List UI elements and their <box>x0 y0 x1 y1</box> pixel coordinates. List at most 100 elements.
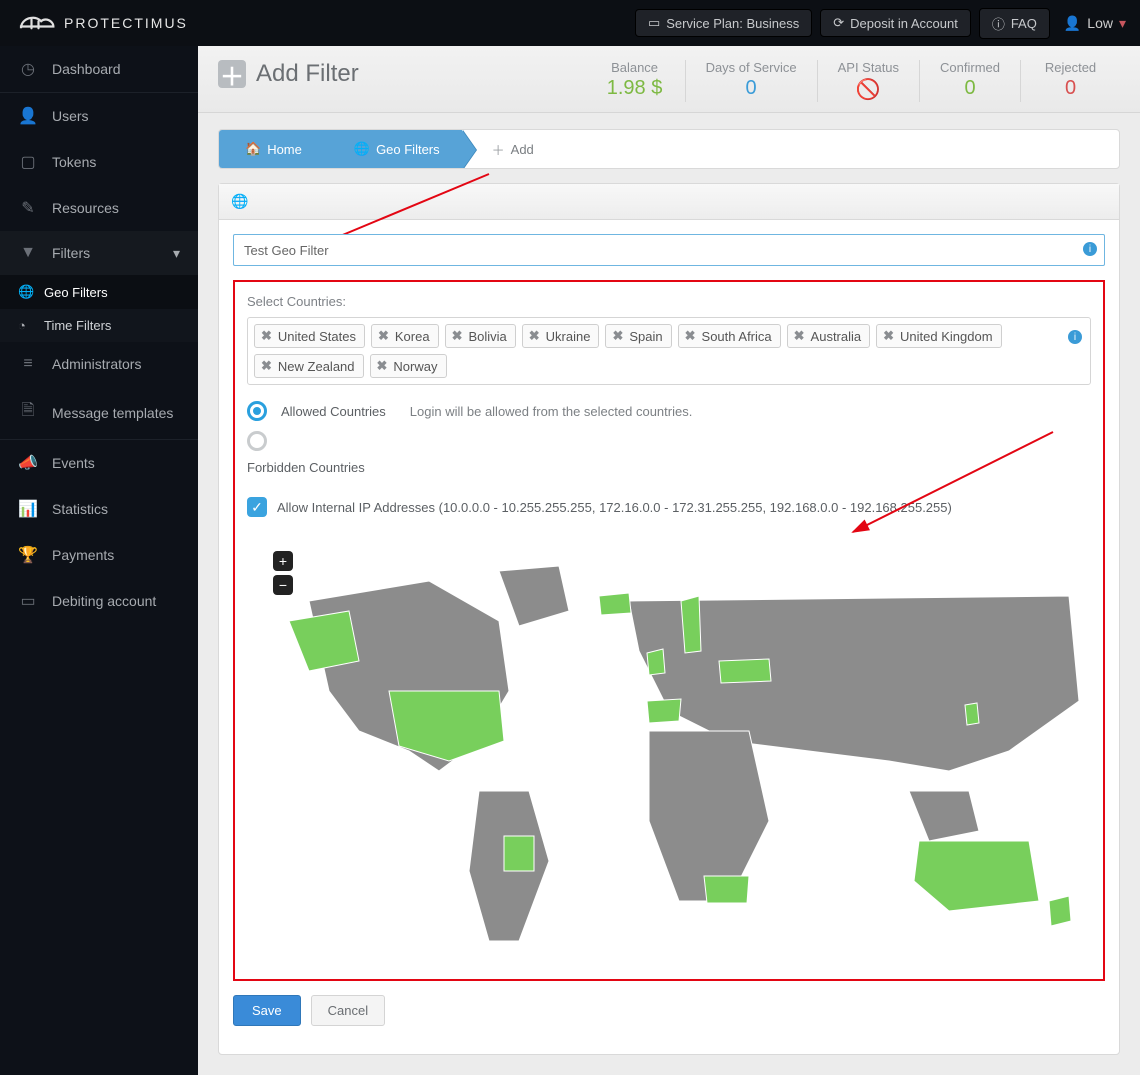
country-chip[interactable]: ✖ Ukraine <box>522 324 600 348</box>
country-chip[interactable]: ✖ Norway <box>370 354 447 378</box>
country-chip[interactable]: ✖ Korea <box>371 324 439 348</box>
gauge-icon: ◷ <box>18 59 38 79</box>
panel-header: 🌐 <box>219 184 1119 220</box>
home-icon: 🏠 <box>245 141 261 157</box>
crumb-home[interactable]: 🏠 Home <box>219 130 324 168</box>
cancel-button[interactable]: Cancel <box>311 995 385 1026</box>
sidebar-sub-time-filters[interactable]: ◔ Time Filters <box>0 309 198 342</box>
card-icon: ▭ <box>648 15 660 31</box>
country-chip-label: Norway <box>393 359 437 374</box>
filter-name-input[interactable] <box>233 234 1105 266</box>
sidebar-item-message-templates[interactable]: 🗎 Message templates <box>0 386 198 439</box>
remove-chip-icon[interactable]: ✖ <box>378 328 389 344</box>
info-icon[interactable]: i <box>1068 330 1082 344</box>
form-panel: 🌐 i Select Countries: i ✖United States✖K… <box>218 183 1120 1055</box>
remove-chip-icon[interactable]: ✖ <box>685 328 696 344</box>
sidebar-item-tokens[interactable]: ▢ Tokens <box>0 139 198 185</box>
brand-logo: PROTECTIMUS <box>14 9 188 37</box>
allow-internal-ip-checkbox[interactable]: ✓ <box>247 497 267 517</box>
sidebar-item-users[interactable]: 👤 Users <box>0 93 198 139</box>
country-chip[interactable]: ✖ South Africa <box>678 324 781 348</box>
countries-chips[interactable]: i ✖ United States ✖ Korea ✖ Bolivia ✖ Ukraine ✖ S… <box>247 317 1091 385</box>
stat-days: Days of Service 0 <box>685 60 817 102</box>
crumb-add: ＋ Add <box>462 130 556 168</box>
country-chip-label: Ukraine <box>546 329 591 344</box>
ban-icon: 🚫 <box>838 77 899 102</box>
remove-chip-icon[interactable]: ✖ <box>529 328 540 344</box>
sidebar-sub-geo-filters[interactable]: 🌐 Geo Filters <box>0 275 198 309</box>
country-chip-label: Korea <box>395 329 430 344</box>
country-chip[interactable]: ✖ Australia <box>787 324 870 348</box>
bars-icon: ≡ <box>18 355 38 373</box>
stat-api: API Status 🚫 <box>817 60 919 102</box>
allow-internal-ip-label: Allow Internal IP Addresses (10.0.0.0 - … <box>277 500 952 515</box>
country-chip-label: Bolivia <box>468 329 506 344</box>
user-icon: 👤 <box>1064 15 1081 32</box>
stat-balance: Balance 1.98 $ <box>585 60 685 102</box>
document-icon: 🗎 <box>18 399 38 426</box>
country-chip[interactable]: ✖ United States <box>254 324 365 348</box>
remove-chip-icon[interactable]: ✖ <box>883 328 894 344</box>
country-chip[interactable]: ✖ United Kingdom <box>876 324 1001 348</box>
caret-down-icon: ▾ <box>1119 15 1126 32</box>
plus-icon: ＋ <box>492 140 505 159</box>
country-chip-label: United States <box>278 329 356 344</box>
country-chip[interactable]: ✖ New Zealand <box>254 354 364 378</box>
sidebar-item-administrators[interactable]: ≡ Administrators <box>0 342 198 386</box>
breadcrumb: 🏠 Home 🌐 Geo Filters ＋ Add <box>218 129 1120 169</box>
country-chip-label: United Kingdom <box>900 329 993 344</box>
map-zoom-out-button[interactable]: − <box>273 575 293 595</box>
globe-icon: 🌐 <box>354 141 370 157</box>
country-chip-label: New Zealand <box>278 359 355 374</box>
sidebar-item-statistics[interactable]: 📊 Statistics <box>0 486 198 532</box>
sidebar-item-filters[interactable]: ▼ Filters ▾ <box>0 231 198 275</box>
cash-icon: ▭ <box>18 591 38 611</box>
crumb-geo-filters[interactable]: 🌐 Geo Filters <box>324 130 462 168</box>
allowed-countries-radio[interactable] <box>247 401 267 421</box>
sidebar-item-dashboard[interactable]: ◷ Dashboard <box>0 46 198 92</box>
map-zoom-in-button[interactable]: + <box>273 551 293 571</box>
deposit-button[interactable]: ⟳ Deposit in Account <box>820 9 971 37</box>
world-map[interactable]: + − <box>247 541 1091 961</box>
remove-chip-icon[interactable]: ✖ <box>377 358 388 374</box>
stat-confirmed: Confirmed 0 <box>919 60 1020 102</box>
globe-icon: 🌐 <box>231 193 248 210</box>
plus-icon: ＋ <box>218 60 246 88</box>
service-plan-button[interactable]: ▭ Service Plan: Business <box>635 9 812 37</box>
sidebar-item-resources[interactable]: ✎ Resources <box>0 185 198 231</box>
info-icon[interactable]: i <box>1083 242 1097 256</box>
world-map-svg <box>249 541 1089 961</box>
caret-down-icon: ▾ <box>173 245 180 262</box>
clock-icon: ◔ <box>18 318 34 333</box>
country-chip-label: South Africa <box>702 329 772 344</box>
sidebar-item-debiting[interactable]: ▭ Debiting account <box>0 578 198 624</box>
country-chip[interactable]: ✖ Spain <box>605 324 671 348</box>
faq-button[interactable]: ⓘ FAQ <box>979 8 1050 39</box>
allowed-countries-label: Allowed Countries <box>281 404 386 419</box>
sidebar-item-payments[interactable]: 🏆 Payments <box>0 532 198 578</box>
page-title: ＋ Add Filter <box>218 60 359 88</box>
sidebar: ◷ Dashboard 👤 Users ▢ Tokens ✎ Resources… <box>0 46 198 1075</box>
remove-chip-icon[interactable]: ✖ <box>452 328 463 344</box>
country-chip-label: Spain <box>629 329 662 344</box>
country-chip-label: Australia <box>811 329 862 344</box>
remove-chip-icon[interactable]: ✖ <box>261 328 272 344</box>
megaphone-icon: 📣 <box>18 453 38 473</box>
stat-rejected: Rejected 0 <box>1020 60 1120 102</box>
forbidden-countries-label: Forbidden Countries <box>247 460 1091 475</box>
globe-icon: 🌐 <box>18 284 34 300</box>
sidebar-item-events[interactable]: 📣 Events <box>0 440 198 486</box>
top-bar: PROTECTIMUS ▭ Service Plan: Business ⟳ D… <box>0 0 1140 46</box>
user-menu[interactable]: 👤 Low ▾ <box>1064 15 1126 32</box>
user-icon: 👤 <box>18 106 38 126</box>
forbidden-countries-radio[interactable] <box>247 431 267 451</box>
trophy-icon: 🏆 <box>18 545 38 565</box>
remove-chip-icon[interactable]: ✖ <box>794 328 805 344</box>
info-icon: ⓘ <box>992 14 1005 33</box>
remove-chip-icon[interactable]: ✖ <box>612 328 623 344</box>
allowed-countries-help: Login will be allowed from the selected … <box>410 404 693 419</box>
remove-chip-icon[interactable]: ✖ <box>261 358 272 374</box>
page-header: ＋ Add Filter Balance 1.98 $ Days of Serv… <box>198 46 1140 113</box>
save-button[interactable]: Save <box>233 995 301 1026</box>
country-chip[interactable]: ✖ Bolivia <box>445 324 516 348</box>
